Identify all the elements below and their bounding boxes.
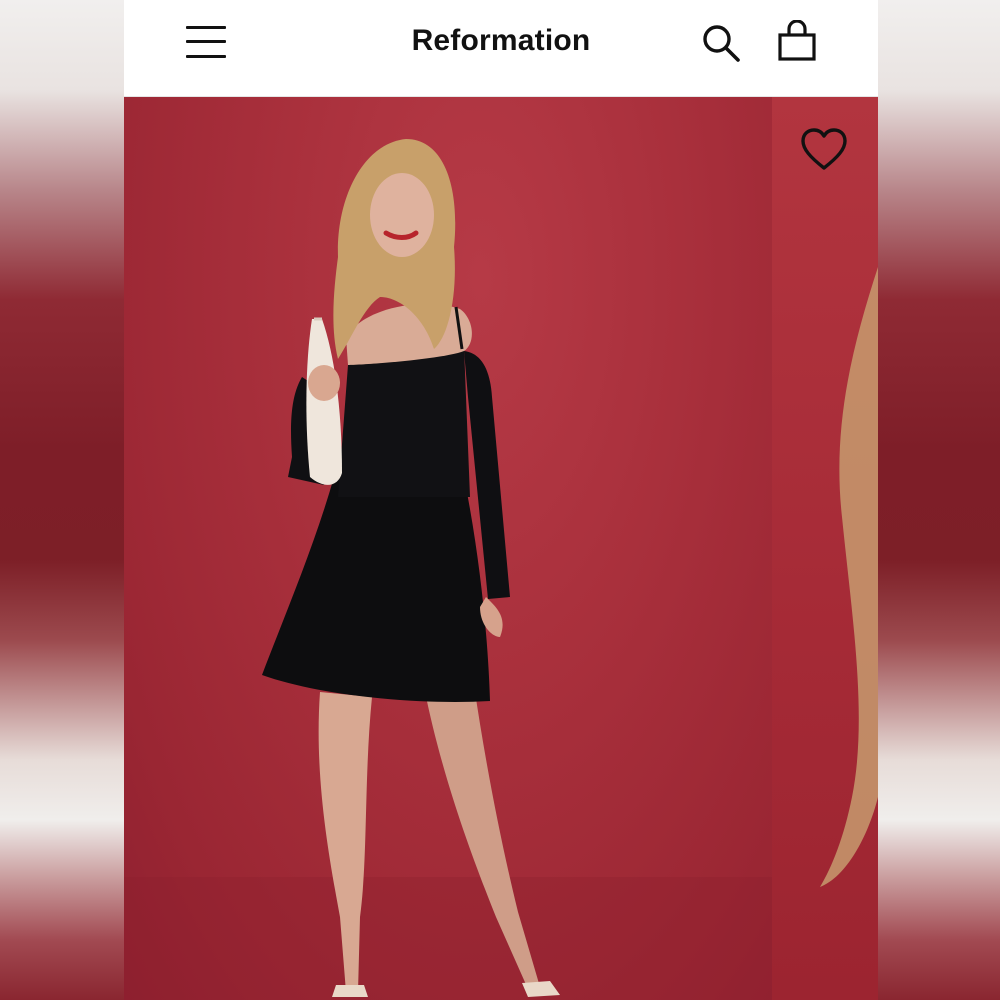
product-image-carousel[interactable] [124,97,878,1000]
product-image-main[interactable] [124,97,772,1000]
heart-outline-icon [801,128,847,170]
background-blur-left [0,0,124,1000]
app-header: Reformation [124,0,878,97]
background-blur-right [878,0,1000,1000]
brand-logo[interactable]: Reformation [124,24,878,58]
cart-button[interactable] [776,19,818,64]
next-image-hair [820,267,878,887]
favorite-button[interactable] [800,127,848,173]
shopping-bag-icon [778,19,816,61]
app-screen: Reformation [124,0,878,1000]
product-image-next[interactable] [772,97,878,1000]
search-button[interactable] [700,22,742,64]
model-photo [124,139,772,1000]
search-icon [703,25,740,62]
